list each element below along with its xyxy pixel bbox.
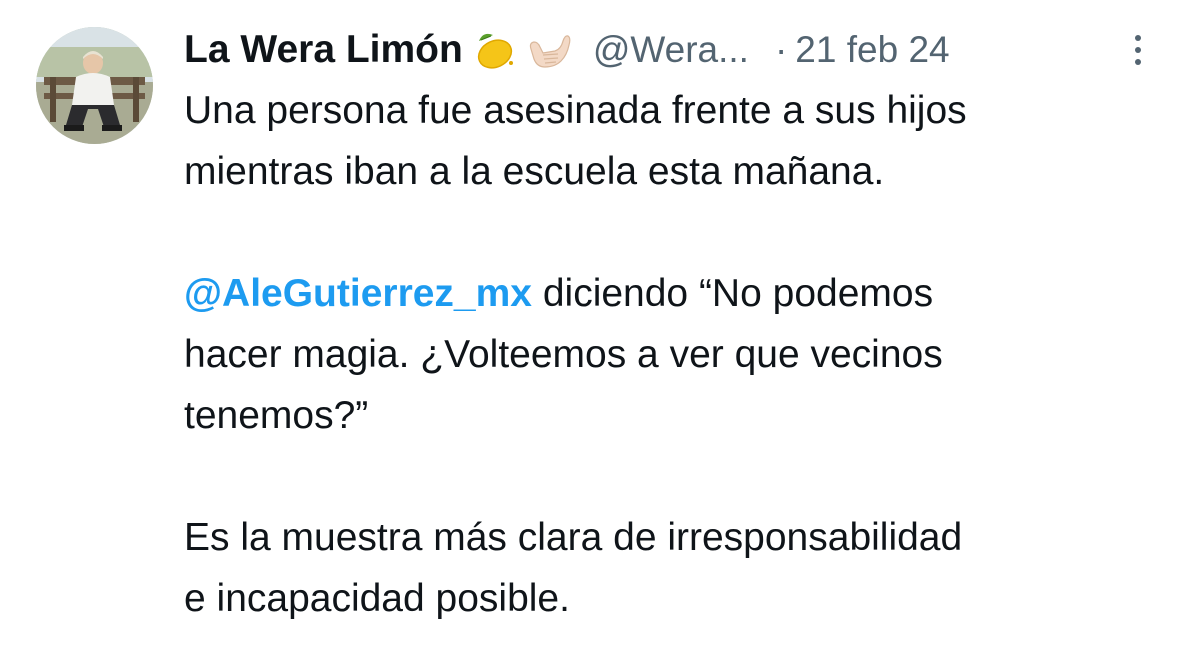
handle[interactable]: @Wera... bbox=[593, 29, 749, 71]
paragraph-2: @AleGutierrez_mx diciendo “No podemos ha… bbox=[184, 263, 1184, 446]
text-line: mientras iban a la escuela esta mañana. bbox=[184, 150, 885, 193]
text-line: Es la muestra más clara de irresponsabil… bbox=[184, 516, 963, 559]
text-line: e incapacidad posible. bbox=[184, 577, 570, 620]
tweet[interactable]: La Wera Limón @Wera... · 21 feb 24 Una p… bbox=[0, 0, 1200, 663]
paragraph-3: Es la muestra más clara de irresponsabil… bbox=[184, 507, 1184, 629]
avatar-photo bbox=[36, 27, 153, 144]
lemon-emoji bbox=[471, 27, 517, 73]
tweet-text: Una persona fue asesinada frente a sus h… bbox=[184, 80, 1184, 629]
more-vertical-icon[interactable] bbox=[1122, 32, 1154, 72]
separator-dot: · bbox=[774, 29, 788, 70]
tweet-header: La Wera Limón @Wera... · 21 feb 24 bbox=[184, 22, 950, 78]
mention-link[interactable]: @AleGutierrez_mx bbox=[184, 272, 532, 315]
call-me-hand-emoji bbox=[525, 27, 571, 73]
text-line: tenemos?” bbox=[184, 394, 369, 437]
avatar[interactable] bbox=[36, 27, 153, 144]
text-line: diciendo “No podemos bbox=[532, 272, 934, 315]
paragraph-1: Una persona fue asesinada frente a sus h… bbox=[184, 80, 1184, 202]
text-line: Una persona fue asesinada frente a sus h… bbox=[184, 89, 967, 132]
tweet-date[interactable]: 21 feb 24 bbox=[795, 29, 949, 71]
text-line: hacer magia. ¿Volteemos a ver que vecino… bbox=[184, 333, 943, 376]
display-name[interactable]: La Wera Limón bbox=[184, 28, 463, 72]
